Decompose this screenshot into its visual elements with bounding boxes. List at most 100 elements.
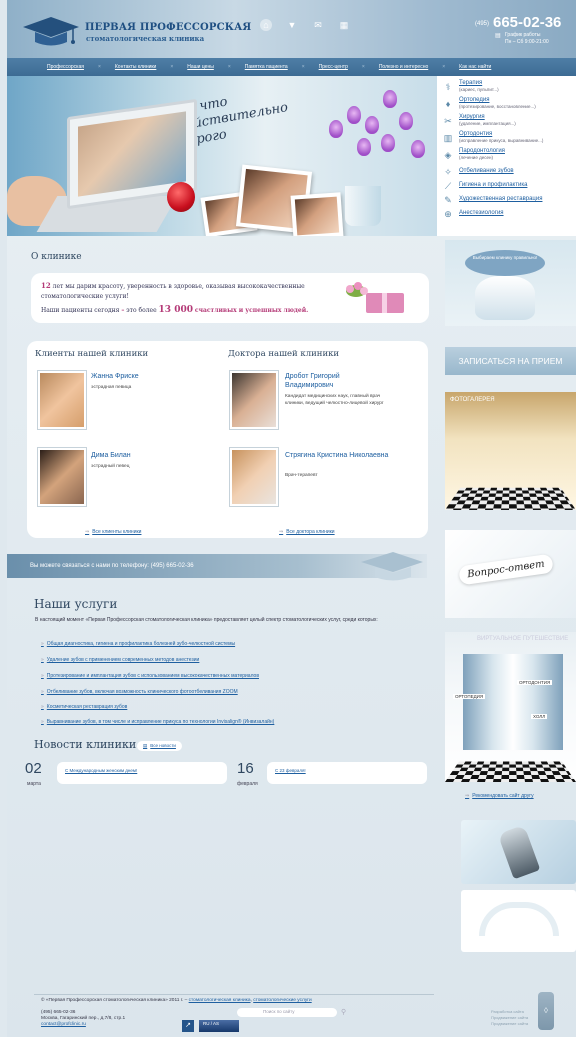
doctor-desc: Кандидат медицинских наук, главный врач …: [285, 394, 384, 406]
service-link[interactable]: » Косметическая реставрация зубов: [41, 704, 127, 710]
recommend-label[interactable]: Рекомендовать сайт другу: [472, 793, 533, 799]
service-link[interactable]: » Общая диагностика, гигиена и профилакти…: [41, 641, 235, 647]
services-menu-title[interactable]: Хирургия: [459, 114, 516, 121]
service-link-label[interactable]: Протезирование и имплантация зубов с исп…: [47, 673, 259, 679]
news-card[interactable]: С Международным женским днем!: [57, 762, 227, 784]
all-clients-link[interactable]: ⇒ Все клиенты клиники: [85, 529, 141, 535]
services-menu-item[interactable]: ⊕ Анестезиология: [441, 207, 576, 220]
client-photo[interactable]: [37, 447, 87, 507]
services-menu-item[interactable]: ⚕ Терапия (кариес, пульпит...): [441, 80, 576, 96]
nav-item-contacts[interactable]: Контакты клиники: [115, 64, 156, 70]
filter-icon[interactable]: ▼: [286, 19, 298, 31]
all-clients-label[interactable]: Все клиенты клиники: [92, 529, 141, 535]
search-input[interactable]: Поиск по сайту: [237, 1008, 337, 1017]
graduation-cap-logo-icon[interactable]: [21, 15, 81, 49]
services-menu: ⚕ Терапия (кариес, пульпит...) ♦ Ортопеди…: [437, 76, 576, 236]
graduation-cap-icon: [361, 552, 423, 581]
arrow-icon: »: [41, 689, 44, 695]
doctor-photo[interactable]: [229, 370, 279, 430]
services-menu-item[interactable]: ✎ Художественная реставрация: [441, 193, 576, 206]
service-link[interactable]: » Протезирование и имплантация зубов с ис…: [41, 673, 259, 679]
service-link-label[interactable]: Выравнивание зубов, в том числе и исправ…: [47, 719, 275, 725]
service-link-label[interactable]: Косметическая реставрация зубов: [47, 704, 128, 710]
all-doctors-link[interactable]: ⇒ Все доктора клиники: [279, 529, 335, 535]
copyright-text: © «Первая Профессорская стоматологическа…: [41, 998, 188, 1003]
services-menu-title[interactable]: Терапия: [459, 80, 499, 87]
services-title: Наши услуги: [34, 597, 118, 611]
home-icon[interactable]: ⌂: [260, 19, 272, 31]
doctor-photo[interactable]: [229, 447, 279, 507]
services-menu-item[interactable]: ◈ Пародонтология (лечение десен): [441, 148, 576, 164]
service-link-label[interactable]: Удаление зубов с применением современных…: [47, 657, 200, 663]
all-news-button[interactable]: ▤ Все новости: [137, 741, 182, 751]
service-link[interactable]: » Отбеливание зубов, включая возможность …: [41, 689, 238, 695]
nav-item-prices[interactable]: Наши цены: [187, 64, 214, 70]
appointment-button[interactable]: ЗАПИСАТЬСЯ НА ПРИЕМ: [445, 347, 576, 375]
nav-item-how-to-find[interactable]: Как нас найти: [459, 64, 491, 70]
share-badge-icon[interactable]: ↗: [182, 1020, 194, 1032]
logo-title[interactable]: ПЕРВАЯ ПРОФЕССОРСКАЯ: [85, 22, 251, 33]
services-menu-item[interactable]: ▥ Ортодонтия (исправление прикуса, выравн…: [441, 131, 576, 147]
news-item-title[interactable]: С Международным женским днем!: [65, 768, 137, 773]
services-menu-title[interactable]: Художественная реставрация: [459, 196, 542, 203]
news-item-title[interactable]: С 23 февраля!: [275, 768, 306, 773]
about-box: 12 лет мы дарим красоту, уверенность в з…: [31, 273, 429, 323]
main-nav: Профессорская × Контакты клиники × Наши …: [7, 58, 576, 76]
services-menu-title[interactable]: Отбеливание зубов: [459, 168, 514, 175]
developer-logo-icon[interactable]: ◊: [538, 992, 554, 1030]
braces-icon: ▥: [443, 133, 453, 143]
client-photo[interactable]: [37, 370, 87, 430]
footer-email[interactable]: contact@profclinic.ru: [41, 1022, 125, 1028]
tulip-image: [383, 90, 397, 108]
virtual-tour-banner[interactable]: ВИРТУАЛЬНОЕ ПУТЕШЕСТВИЕ ОРТОПЕДИЯ ОРТОДО…: [445, 632, 576, 782]
recommend-link[interactable]: ⇒ Рекомендовать сайт другу: [465, 793, 534, 799]
news-day: 02: [25, 760, 42, 777]
footer-link-services[interactable]: стоматологические услуги: [253, 998, 311, 1003]
services-menu-title[interactable]: Гигиена и профилактика: [459, 182, 527, 189]
nav-item-patient-memo[interactable]: Памятка пациента: [245, 64, 288, 70]
counter-badge[interactable]: RU / AS: [199, 1020, 239, 1032]
services-menu-title[interactable]: Ортопедия: [459, 97, 536, 104]
footer-link-clinic[interactable]: стоматологическая клиника: [189, 998, 251, 1003]
aligner-banner[interactable]: [461, 890, 576, 952]
phone-number: 665-02-36: [493, 14, 562, 31]
service-link-label[interactable]: Отбеливание зубов, включая возможность к…: [47, 689, 238, 695]
hero-banner: То, что действительно дорого: [7, 76, 437, 236]
services-menu-item[interactable]: ✧ Отбеливание зубов: [441, 165, 576, 178]
nav-item-useful[interactable]: Полезно и интересно: [379, 64, 428, 70]
client-name[interactable]: Жанна Фриске: [91, 372, 139, 381]
services-menu-item[interactable]: ♦ Ортопедия (протезирование, восстановлен…: [441, 97, 576, 113]
nav-item-press-center[interactable]: Пресс-центр: [319, 64, 348, 70]
search-icon[interactable]: ⚲: [341, 1008, 346, 1016]
client-name[interactable]: Дима Билан: [91, 451, 131, 460]
photo-gallery-banner[interactable]: ФОТОГАЛЕРЕЯ: [445, 392, 576, 510]
services-menu-item[interactable]: ✂ Хирургия (удаление, имплантация...): [441, 114, 576, 130]
dental-device-banner[interactable]: [461, 820, 576, 884]
service-link-label[interactable]: Общая диагностика, гигиена и профилактик…: [47, 641, 235, 647]
sitemap-icon[interactable]: ▦: [338, 19, 350, 31]
developer-link[interactable]: Продвижение сайта: [491, 1021, 528, 1027]
nav-separator: ×: [442, 64, 446, 70]
tulip-image: [347, 106, 361, 124]
doctor-name[interactable]: Стрягина Кристина Николаевна: [285, 451, 395, 460]
services-menu-title[interactable]: Анестезиология: [459, 210, 504, 217]
service-link[interactable]: » Удаление зубов с применением современны…: [41, 657, 199, 663]
services-menu-item[interactable]: ⟋ Гигиена и профилактика: [441, 179, 576, 192]
all-news-label[interactable]: Все новости: [150, 743, 176, 748]
logo-subtitle[interactable]: стоматологическая клиника: [86, 34, 204, 43]
tooth-image: [475, 276, 535, 320]
news-month: марта: [27, 781, 41, 787]
tulip-image: [411, 140, 425, 158]
qa-banner[interactable]: Вопрос-ответ: [445, 530, 576, 618]
services-menu-title[interactable]: Пародонтология: [459, 148, 505, 155]
all-doctors-label[interactable]: Все доктора клиники: [286, 529, 334, 535]
doctor-desc: Врач-терапевт: [285, 473, 318, 478]
mail-icon[interactable]: ✉: [312, 19, 324, 31]
footer-divider: [34, 994, 434, 995]
news-card[interactable]: С 23 февраля!: [267, 762, 427, 784]
choose-clinic-banner[interactable]: Выбираем клинику правильно!: [445, 240, 576, 326]
service-link[interactable]: » Выравнивание зубов, в том числе и испра…: [41, 719, 274, 725]
doctor-name[interactable]: Дробот Григорий Владимирович: [285, 372, 375, 390]
services-menu-title[interactable]: Ортодонтия: [459, 131, 543, 138]
nav-item-professorskaya[interactable]: Профессорская: [47, 64, 84, 70]
